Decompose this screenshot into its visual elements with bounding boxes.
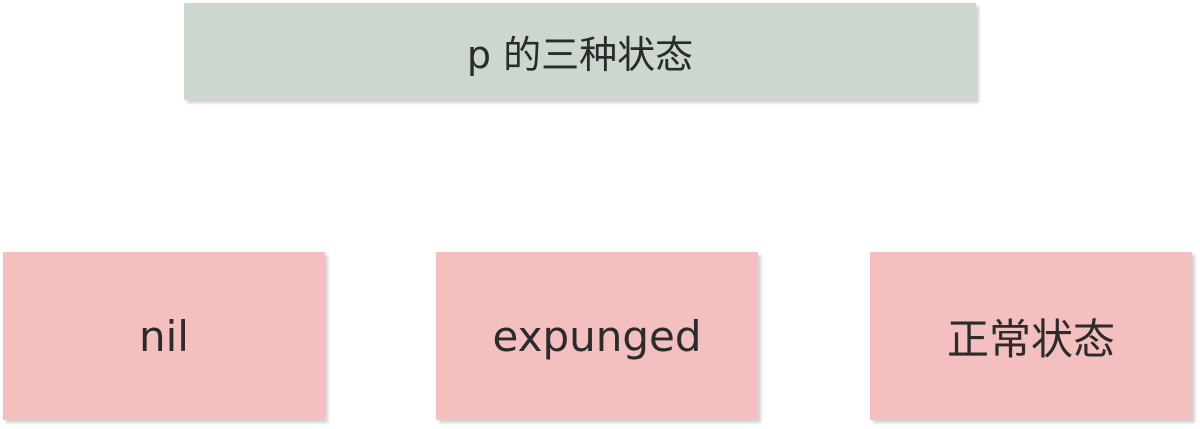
title-box: p 的三种状态 [184, 3, 976, 100]
state-label-normal: 正常状态 [946, 314, 1115, 364]
title-label: p 的三种状态 [466, 33, 694, 77]
state-label-expunged: expunged [492, 311, 702, 361]
diagram-canvas: p 的三种状态 nil expunged 正常状态 [0, 0, 1200, 429]
state-box-nil: nil [3, 252, 325, 420]
state-box-expunged: expunged [436, 252, 758, 420]
state-box-normal: 正常状态 [870, 252, 1192, 420]
state-label-nil: nil [139, 311, 189, 361]
